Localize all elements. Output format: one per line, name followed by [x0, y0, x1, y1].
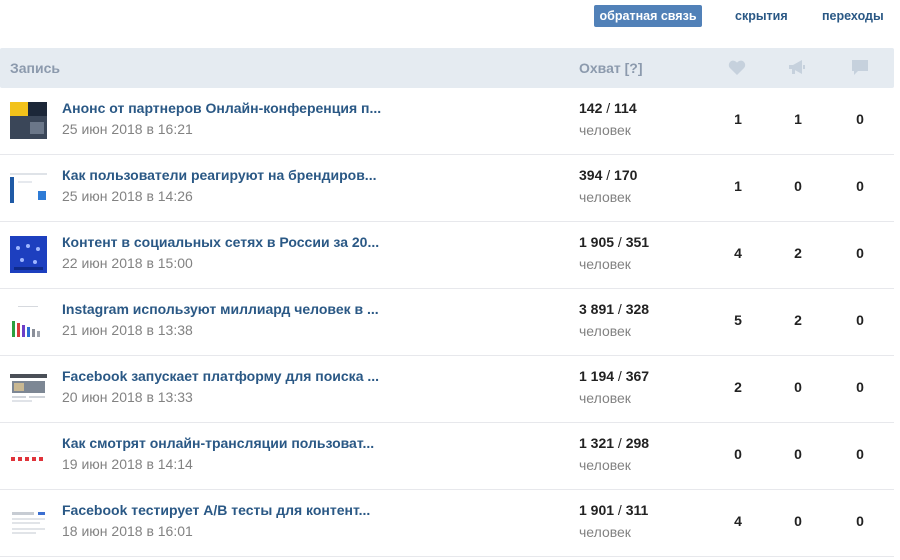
shares-count: 0 [794, 379, 802, 395]
post-date: 18 июн 2018 в 16:01 [62, 523, 193, 539]
post-title[interactable]: Анонс от партнеров Онлайн-конференция п.… [62, 100, 392, 116]
post-title[interactable]: Как пользователи реагируют на брендиров.… [62, 167, 392, 183]
post-title[interactable]: Как смотрят онлайн-трансляции пользоват.… [62, 435, 392, 451]
shares-count: 1 [794, 111, 802, 127]
reach-unit: человек [579, 256, 631, 272]
comments-count: 0 [856, 446, 864, 462]
reach-unit: человек [579, 524, 631, 540]
post-title[interactable]: Facebook тестирует A/B тесты для контент… [62, 502, 392, 518]
post-thumbnail[interactable] [10, 236, 47, 273]
shares-count: 0 [794, 178, 802, 194]
reach-value: 1 194 / 367 [579, 368, 650, 384]
tab-feedback[interactable]: обратная связь [594, 5, 702, 27]
heart-icon [728, 59, 746, 81]
reach-unit: человек [579, 323, 631, 339]
shares-count: 2 [794, 312, 802, 328]
reach-value: 1 905 / 351 [579, 234, 650, 250]
table-row: Facebook тестирует A/B тесты для контент… [0, 490, 894, 557]
post-title[interactable]: Facebook запускает платформу для поиска … [62, 368, 392, 384]
table-row: Анонс от партнеров Онлайн-конференция п.… [0, 88, 894, 155]
comments-count: 0 [856, 111, 864, 127]
post-thumbnail[interactable] [10, 102, 47, 139]
table-row: Facebook запускает платформу для поиска … [0, 356, 894, 423]
post-date: 22 июн 2018 в 15:00 [62, 255, 193, 271]
post-thumbnail[interactable] [10, 169, 47, 206]
table-header: Запись Охват [?] [0, 48, 894, 88]
comments-count: 0 [856, 178, 864, 194]
reach-unit: человек [579, 189, 631, 205]
tab-bar: обратная связь скрытия переходы [0, 0, 900, 46]
likes-count: 4 [734, 513, 742, 529]
comment-icon [851, 59, 869, 81]
posts-table: Анонс от партнеров Онлайн-конференция п.… [0, 88, 894, 557]
table-row: Instagram используют миллиард человек в … [0, 289, 894, 356]
reach-value: 394 / 170 [579, 167, 638, 183]
post-thumbnail[interactable] [10, 437, 47, 474]
post-thumbnail[interactable] [10, 504, 47, 541]
shares-count: 2 [794, 245, 802, 261]
post-date: 25 июн 2018 в 14:26 [62, 188, 193, 204]
reach-unit: человек [579, 390, 631, 406]
reach-unit: человек [579, 457, 631, 473]
likes-count: 1 [734, 111, 742, 127]
likes-count: 0 [734, 446, 742, 462]
column-reach[interactable]: Охват [?] [579, 48, 643, 88]
shares-count: 0 [794, 513, 802, 529]
megaphone-icon [788, 59, 806, 81]
likes-count: 2 [734, 379, 742, 395]
table-row: Как пользователи реагируют на брендиров.… [0, 155, 894, 222]
comments-count: 0 [856, 312, 864, 328]
reach-value: 1 901 / 311 [579, 502, 649, 518]
likes-count: 1 [734, 178, 742, 194]
post-thumbnail[interactable] [10, 370, 47, 407]
tab-hides[interactable]: скрытия [725, 5, 798, 27]
post-thumbnail[interactable] [10, 303, 47, 340]
comments-count: 0 [856, 513, 864, 529]
reach-value: 142 / 114 [579, 100, 637, 116]
comments-count: 0 [856, 245, 864, 261]
post-title[interactable]: Instagram используют миллиард человек в … [62, 301, 392, 317]
reach-value: 3 891 / 328 [579, 301, 650, 317]
post-date: 20 июн 2018 в 13:33 [62, 389, 193, 405]
post-date: 25 июн 2018 в 16:21 [62, 121, 193, 137]
post-title[interactable]: Контент в социальных сетях в России за 2… [62, 234, 392, 250]
tab-transitions[interactable]: переходы [812, 5, 894, 27]
reach-value: 1 321 / 298 [579, 435, 650, 451]
likes-count: 5 [734, 312, 742, 328]
reach-unit: человек [579, 122, 631, 138]
table-row: Как смотрят онлайн-трансляции пользоват.… [0, 423, 894, 490]
post-date: 19 июн 2018 в 14:14 [62, 456, 193, 472]
table-row: Контент в социальных сетях в России за 2… [0, 222, 894, 289]
shares-count: 0 [794, 446, 802, 462]
post-date: 21 июн 2018 в 13:38 [62, 322, 193, 338]
comments-count: 0 [856, 379, 864, 395]
likes-count: 4 [734, 245, 742, 261]
column-post: Запись [10, 60, 61, 76]
